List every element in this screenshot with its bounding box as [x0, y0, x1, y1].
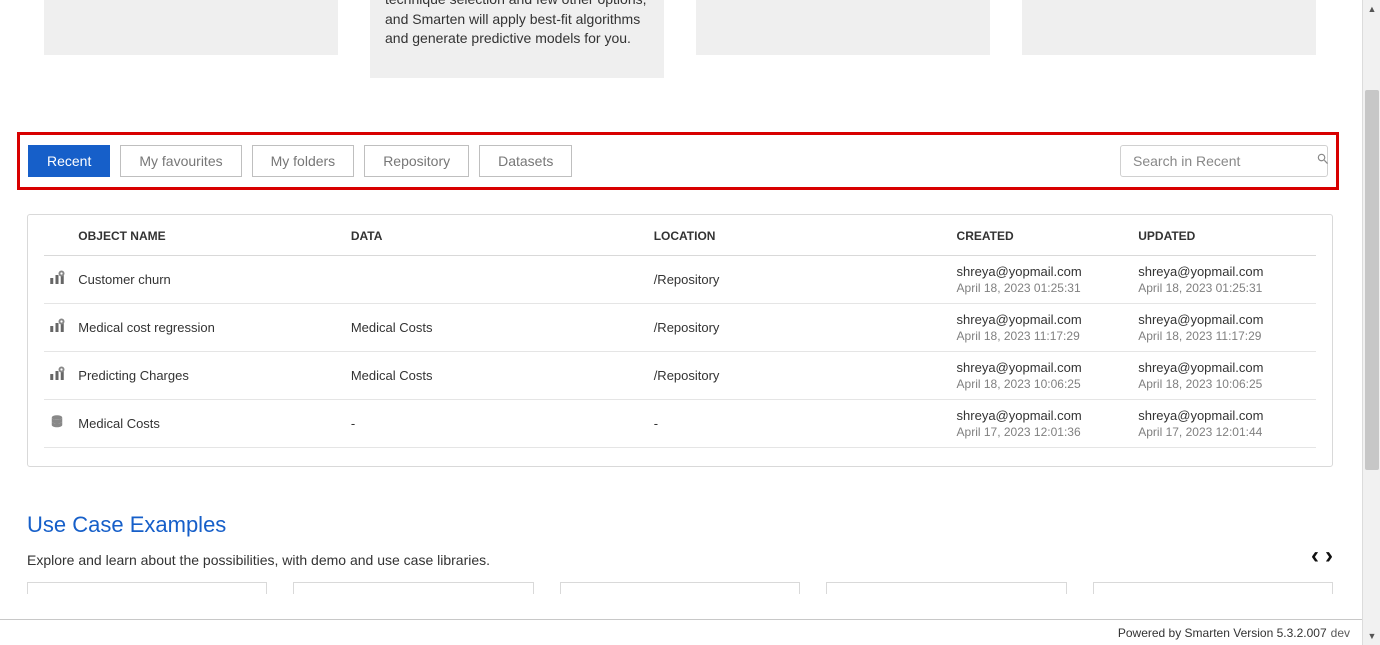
- tab-bar: Recent My favourites My folders Repository D…: [28, 145, 582, 177]
- usecase-section: Use Case Examples Explore and learn abou…: [27, 512, 1333, 594]
- cell-updated: shreya@yopmail.comApril 18, 2023 01:25:3…: [1134, 256, 1316, 304]
- tab-my-favourites[interactable]: My favourites: [120, 145, 241, 177]
- usecase-card-row: [27, 582, 1333, 594]
- cell-data: Medical Costs: [347, 352, 650, 400]
- tab-section: Recent My favourites My folders Repository D…: [17, 132, 1339, 190]
- cell-location: /Repository: [650, 304, 953, 352]
- carousel-next-icon[interactable]: ›: [1325, 542, 1333, 570]
- vertical-scrollbar[interactable]: ▲ ▼: [1362, 0, 1380, 645]
- feature-card-1: [44, 0, 338, 55]
- cell-data: [347, 256, 650, 304]
- main-scroll-region: technique selection and few other option…: [0, 0, 1362, 614]
- feature-card-2-text: technique selection and few other option…: [370, 0, 664, 61]
- tab-repository[interactable]: Repository: [364, 145, 469, 177]
- cell-location: /Repository: [650, 352, 953, 400]
- tab-my-folders[interactable]: My folders: [252, 145, 355, 177]
- feature-card-2: technique selection and few other option…: [370, 0, 664, 78]
- usecase-card[interactable]: [560, 582, 800, 594]
- cell-location: /Repository: [650, 256, 953, 304]
- model-icon: [48, 269, 66, 287]
- cell-updated: shreya@yopmail.comApril 18, 2023 11:17:2…: [1134, 304, 1316, 352]
- search-icon[interactable]: [1316, 152, 1330, 171]
- cell-object-name: Medical cost regression: [74, 304, 347, 352]
- cell-object-name: Predicting Charges: [74, 352, 347, 400]
- scroll-thumb[interactable]: [1365, 90, 1379, 470]
- feature-card-4: [1022, 0, 1316, 55]
- col-header-location: LOCATION: [650, 215, 953, 256]
- usecase-card[interactable]: [826, 582, 1066, 594]
- cell-data: -: [347, 400, 650, 448]
- col-header-created: CREATED: [953, 215, 1135, 256]
- col-header-data: DATA: [347, 215, 650, 256]
- usecase-carousel-nav: ‹ ›: [1311, 542, 1333, 570]
- carousel-prev-icon[interactable]: ‹: [1311, 542, 1319, 570]
- usecase-subtitle: Explore and learn about the possibilitie…: [27, 552, 1333, 568]
- model-icon: [48, 317, 66, 335]
- cell-created: shreya@yopmail.comApril 17, 2023 12:01:3…: [953, 400, 1135, 448]
- usecase-card[interactable]: [293, 582, 533, 594]
- search-container: [1120, 145, 1328, 177]
- cell-data: Medical Costs: [347, 304, 650, 352]
- cell-object-name: Customer churn: [74, 256, 347, 304]
- footer-bar: Powered by Smarten Version 5.3.2.007 dev: [0, 619, 1380, 645]
- col-header-updated: UPDATED: [1134, 215, 1316, 256]
- tab-recent[interactable]: Recent: [28, 145, 110, 177]
- table-row[interactable]: Predicting ChargesMedical Costs/Reposito…: [44, 352, 1316, 400]
- usecase-card[interactable]: [1093, 582, 1333, 594]
- cell-updated: shreya@yopmail.comApril 18, 2023 10:06:2…: [1134, 352, 1316, 400]
- scroll-down-icon[interactable]: ▼: [1363, 627, 1380, 645]
- feature-cards-row: technique selection and few other option…: [0, 0, 1362, 80]
- cell-created: shreya@yopmail.comApril 18, 2023 10:06:2…: [953, 352, 1135, 400]
- cell-object-name: Medical Costs: [74, 400, 347, 448]
- cell-updated: shreya@yopmail.comApril 17, 2023 12:01:4…: [1134, 400, 1316, 448]
- recent-objects-table: OBJECT NAME DATA LOCATION CREATED UPDATE…: [44, 215, 1316, 448]
- table-row[interactable]: Medical Costs--shreya@yopmail.comApril 1…: [44, 400, 1316, 448]
- cell-location: -: [650, 400, 953, 448]
- table-row[interactable]: Customer churn/Repositoryshreya@yopmail.…: [44, 256, 1316, 304]
- search-input[interactable]: [1131, 152, 1316, 170]
- cell-created: shreya@yopmail.comApril 18, 2023 01:25:3…: [953, 256, 1135, 304]
- footer-suffix: dev: [1331, 626, 1350, 640]
- scroll-up-icon[interactable]: ▲: [1363, 0, 1380, 18]
- dataset-icon: [48, 413, 66, 431]
- usecase-card[interactable]: [27, 582, 267, 594]
- cell-created: shreya@yopmail.comApril 18, 2023 11:17:2…: [953, 304, 1135, 352]
- recent-objects-panel: OBJECT NAME DATA LOCATION CREATED UPDATE…: [27, 214, 1333, 467]
- usecase-title: Use Case Examples: [27, 512, 1333, 538]
- feature-card-3: [696, 0, 990, 55]
- footer-text: Powered by Smarten Version 5.3.2.007: [1118, 626, 1327, 640]
- tab-datasets[interactable]: Datasets: [479, 145, 572, 177]
- col-header-object-name: OBJECT NAME: [74, 215, 347, 256]
- model-icon: [48, 365, 66, 383]
- table-row[interactable]: Medical cost regressionMedical Costs/Rep…: [44, 304, 1316, 352]
